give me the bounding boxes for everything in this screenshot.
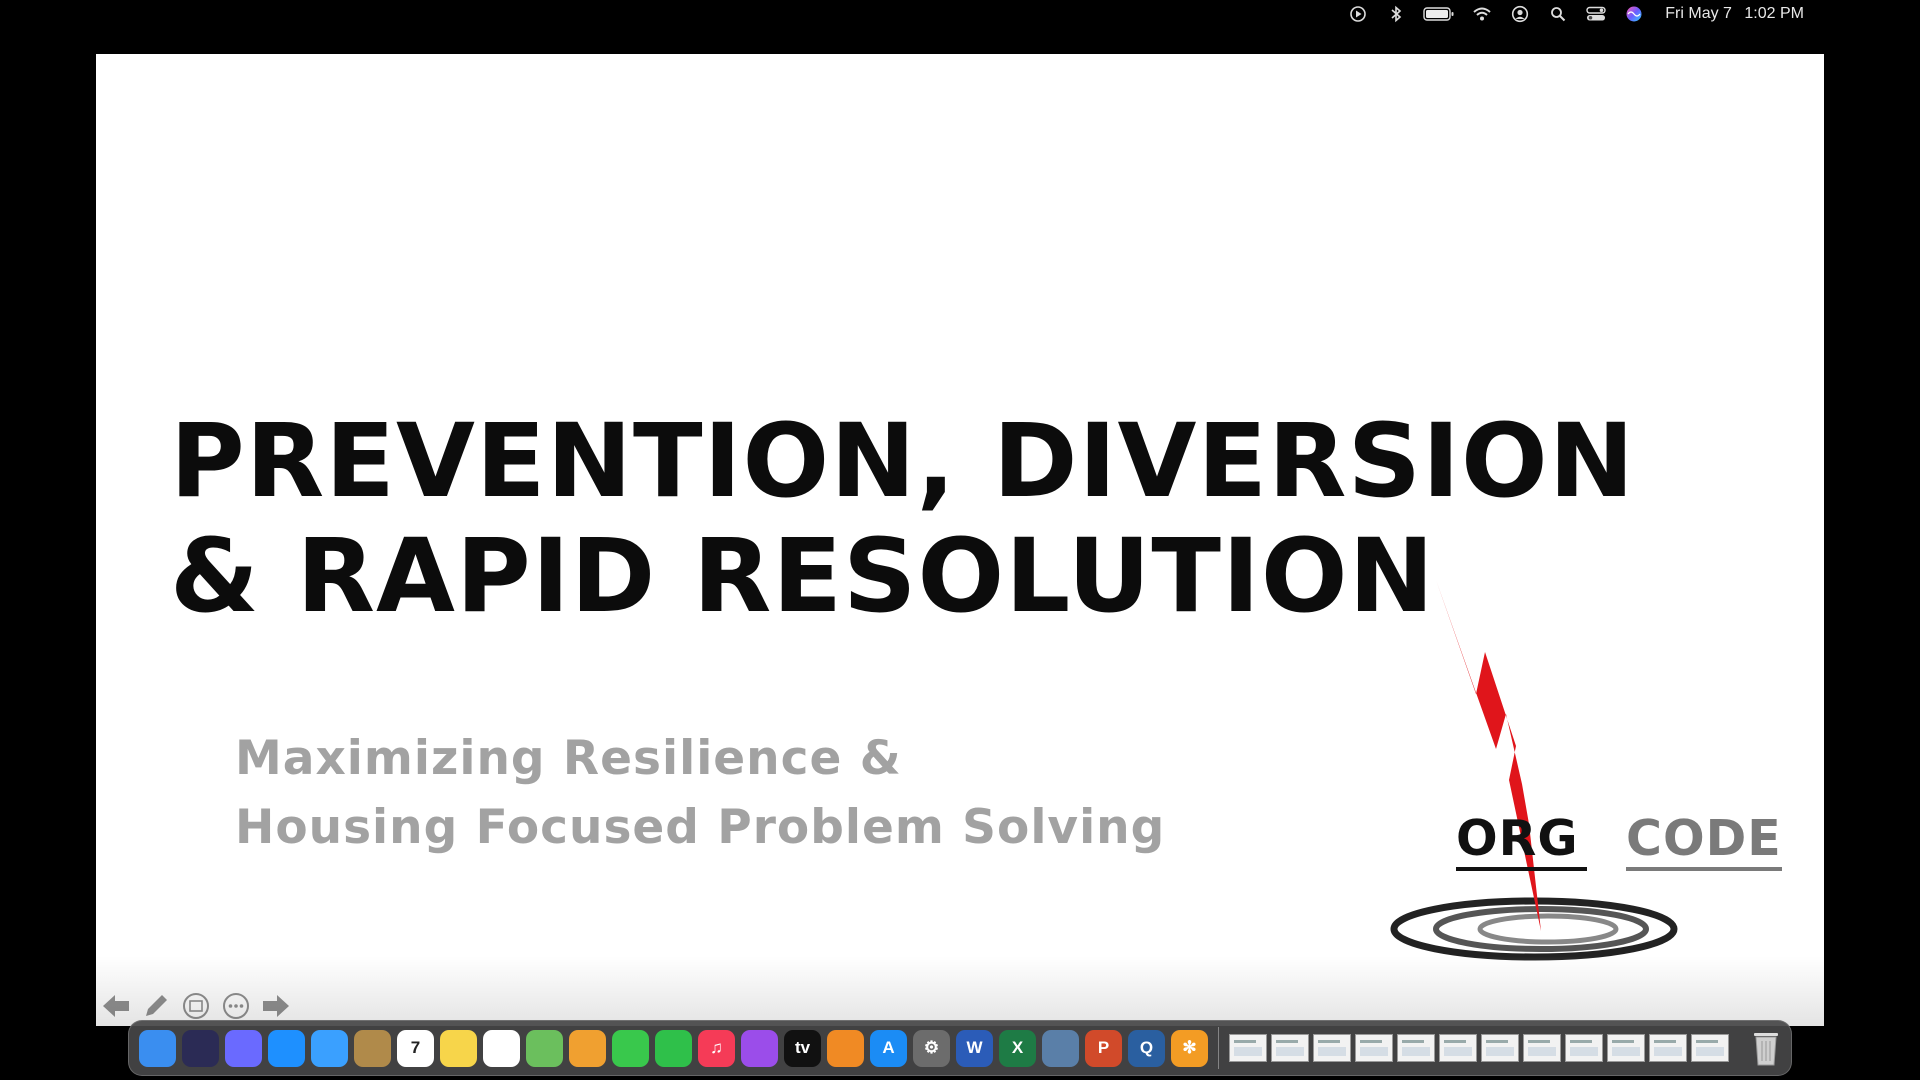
more-options-icon[interactable] xyxy=(220,990,252,1022)
bluetooth-icon[interactable] xyxy=(1377,0,1415,28)
minimized-window-thumbnail[interactable] xyxy=(1481,1034,1519,1062)
quicktime-app-icon[interactable]: Q xyxy=(1128,1029,1165,1067)
minimized-window-thumbnail[interactable] xyxy=(1229,1034,1267,1062)
control-center-icon[interactable] xyxy=(1577,0,1615,28)
calendar-app-icon[interactable]: 7 xyxy=(397,1029,434,1067)
launchpad-app-icon[interactable] xyxy=(225,1029,262,1067)
dock-window-thumbnails xyxy=(1229,1034,1729,1062)
system-preferences-app-icon[interactable]: ⚙ xyxy=(913,1029,950,1067)
contacts-app-icon[interactable] xyxy=(354,1029,391,1067)
menu-bar-date: Fri May 7 xyxy=(1665,5,1732,22)
photos-app-icon[interactable] xyxy=(569,1029,606,1067)
excel-app-icon[interactable]: X xyxy=(999,1029,1036,1067)
minimized-window-thumbnail[interactable] xyxy=(1607,1034,1645,1062)
minimized-window-thumbnail[interactable] xyxy=(1271,1034,1309,1062)
messages-app-icon[interactable] xyxy=(612,1029,649,1067)
trash-icon[interactable] xyxy=(1751,1029,1781,1067)
presentation-slide: PREVENTION, DIVERSION & RAPID RESOLUTION… xyxy=(96,54,1824,1026)
orgcode-logo: ORG CODE xyxy=(1336,524,1782,974)
dock-app-list: 7 ♫ tv A ⚙ W X P Q ✻ xyxy=(139,1029,1208,1067)
siri-app-icon[interactable] xyxy=(182,1029,219,1067)
pen-icon[interactable] xyxy=(140,990,172,1022)
presenter-controls xyxy=(100,990,292,1022)
dock: 7 ♫ tv A ⚙ W X P Q ✻ xyxy=(128,1020,1792,1076)
mail-app-icon[interactable] xyxy=(311,1029,348,1067)
powerpoint-app-icon[interactable]: P xyxy=(1085,1029,1122,1067)
siri-icon[interactable] xyxy=(1615,0,1653,28)
slide-subtitle: Maximizing Resilience & Housing Focused … xyxy=(235,724,1335,862)
minimized-window-thumbnail[interactable] xyxy=(1397,1034,1435,1062)
play-circle-icon[interactable] xyxy=(1339,0,1377,28)
logo-word-code: CODE xyxy=(1626,811,1782,871)
app-store-app-icon[interactable]: A xyxy=(870,1029,907,1067)
menu-bar-clock[interactable]: Fri May 7 1:02 PM xyxy=(1665,5,1804,23)
previous-arrow-icon[interactable] xyxy=(100,990,132,1022)
wifi-icon[interactable] xyxy=(1463,0,1501,28)
next-arrow-icon[interactable] xyxy=(260,990,292,1022)
notes-app-icon[interactable] xyxy=(440,1029,477,1067)
minimized-window-thumbnail[interactable] xyxy=(1523,1034,1561,1062)
safari-app-icon[interactable] xyxy=(268,1029,305,1067)
minimized-window-thumbnail[interactable] xyxy=(1313,1034,1351,1062)
slide-title-line-1: PREVENTION, DIVERSION xyxy=(170,402,1636,521)
photo-editor-app-icon[interactable]: ✻ xyxy=(1171,1029,1208,1067)
dock-separator xyxy=(1218,1027,1219,1069)
menu-bar: Fri May 7 1:02 PM xyxy=(0,0,1920,28)
word-app-icon[interactable]: W xyxy=(956,1029,993,1067)
logo-word-org: ORG xyxy=(1456,811,1587,871)
minimized-window-thumbnail[interactable] xyxy=(1691,1034,1729,1062)
maps-app-icon[interactable] xyxy=(526,1029,563,1067)
minimized-window-thumbnail[interactable] xyxy=(1565,1034,1603,1062)
books-app-icon[interactable] xyxy=(827,1029,864,1067)
menu-bar-time: 1:02 PM xyxy=(1744,5,1804,22)
search-icon[interactable] xyxy=(1539,0,1577,28)
minimized-window-thumbnail[interactable] xyxy=(1649,1034,1687,1062)
finder-app-icon[interactable] xyxy=(139,1029,176,1067)
music-app-icon[interactable]: ♫ xyxy=(698,1029,735,1067)
podcasts-app-icon[interactable] xyxy=(741,1029,778,1067)
slide-subtitle-line-1: Maximizing Resilience & xyxy=(235,731,902,786)
minimized-window-thumbnail[interactable] xyxy=(1355,1034,1393,1062)
facetime-app-icon[interactable] xyxy=(655,1029,692,1067)
slide-subtitle-line-2: Housing Focused Problem Solving xyxy=(235,800,1166,855)
preview-app-icon[interactable] xyxy=(1042,1029,1079,1067)
minimized-window-thumbnail[interactable] xyxy=(1439,1034,1477,1062)
lightning-bolt-target-graphic xyxy=(1390,580,1678,961)
slides-grid-icon[interactable] xyxy=(180,990,212,1022)
user-circle-icon[interactable] xyxy=(1501,0,1539,28)
tv-app-icon[interactable]: tv xyxy=(784,1029,821,1067)
battery-icon[interactable] xyxy=(1415,0,1463,28)
reminders-app-icon[interactable] xyxy=(483,1029,520,1067)
